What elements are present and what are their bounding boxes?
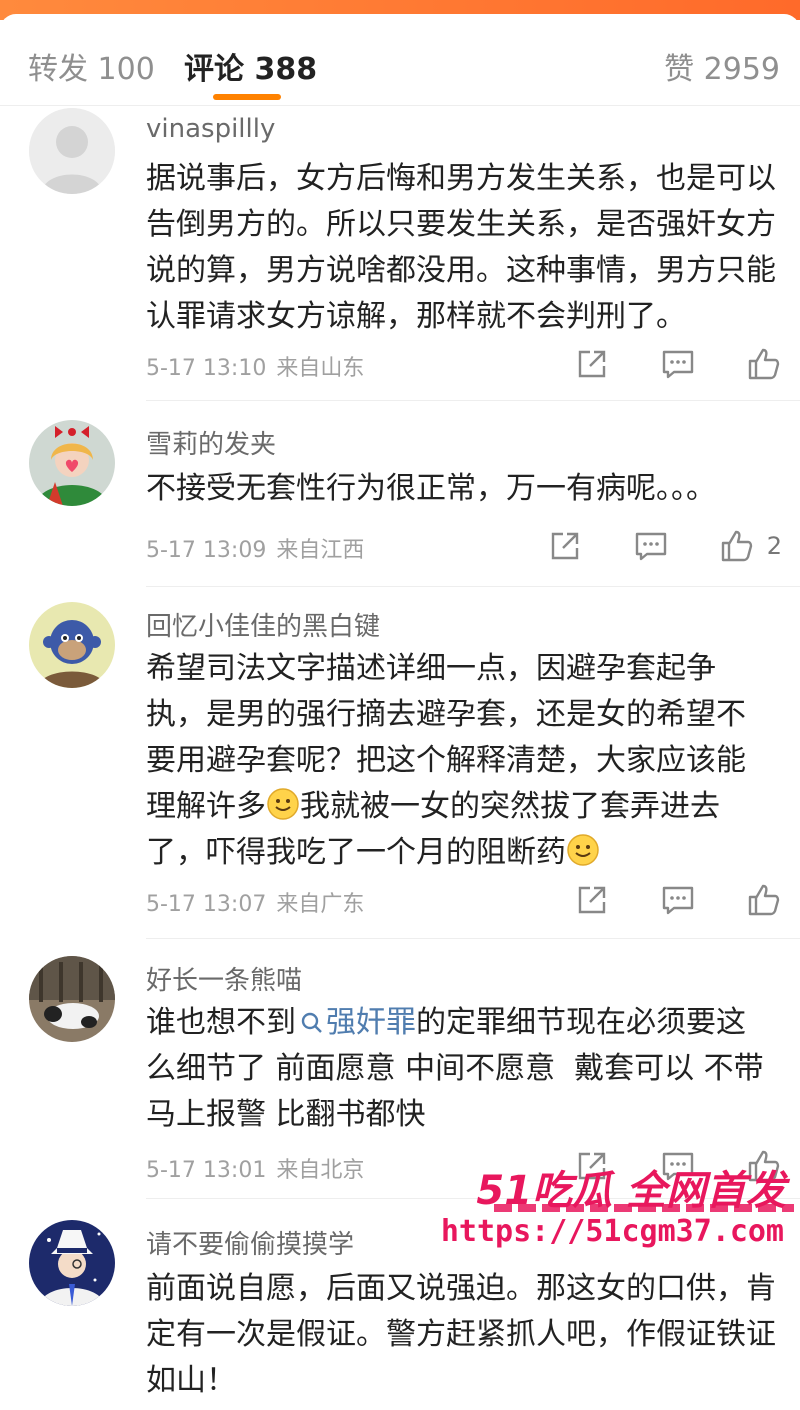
- username[interactable]: 回忆小佳佳的黑白键: [146, 606, 380, 643]
- comment-text: 希望司法文字描述详细一点，因避孕套起争 执，是男的强行摘去避孕套，还是女的希望不…: [146, 646, 776, 876]
- tab-bar: 转发 100 评论 388 赞 2959: [0, 14, 800, 106]
- comment-time: 5-17 13:01: [146, 1158, 267, 1183]
- comment-divider: [146, 938, 800, 939]
- reply-icon[interactable]: [660, 346, 696, 382]
- comment-location: 来自山东: [276, 356, 365, 381]
- comment-actions: 2: [497, 528, 782, 564]
- comment-segment: 的定罪细节现在必须要这: [416, 1005, 746, 1040]
- comment-meta: 5-17 13:10 来自山东: [146, 350, 364, 382]
- comment-line: 希望司法文字描述详细一点，因避孕套起争: [146, 651, 716, 686]
- avatar[interactable]: [29, 1220, 115, 1306]
- watermark-url: https://51cgm37.com: [440, 1214, 784, 1249]
- comment-segment: 我就被一女的突然拔了套弄进去: [300, 789, 720, 824]
- comment-line: 要用避孕套呢？把这个解释清楚，大家应该能: [146, 743, 746, 778]
- comment-divider: [146, 586, 800, 587]
- smile-emoji: [267, 788, 299, 820]
- comment-segment: 了，吓得我吃了一个月的阻断药: [146, 835, 566, 870]
- username[interactable]: 雪莉的发夹: [146, 424, 276, 461]
- comment-text: 前面说自愿，后面又说强迫。那这女的口供，肯定有一次是假证。警方赶紧抓人吧，作假证…: [146, 1271, 776, 1398]
- like-count: 2: [766, 532, 782, 560]
- comment-text: 不接受无套性行为很正常，万一有病呢。。。: [146, 471, 716, 506]
- topic-label: 强奸罪: [326, 1005, 416, 1040]
- comment-meta: 5-17 13:09 来自江西: [146, 532, 364, 564]
- comment-time: 5-17 13:10: [146, 356, 267, 381]
- comment-divider: [146, 400, 800, 401]
- comment-actions: [524, 882, 782, 918]
- tab-repost[interactable]: 转发 100: [28, 44, 155, 88]
- comment-time: 5-17 13:09: [146, 538, 267, 563]
- comment-segment: 理解许多: [146, 789, 266, 824]
- reply-icon[interactable]: [633, 528, 669, 564]
- reply-icon[interactable]: [660, 882, 696, 918]
- comment-location: 来自江西: [276, 538, 365, 563]
- active-tab-indicator: [213, 94, 281, 100]
- username[interactable]: vinaspillly: [146, 114, 275, 144]
- share-icon[interactable]: [574, 346, 610, 382]
- smile-emoji: [567, 834, 599, 866]
- username[interactable]: 好长一条熊喵: [146, 960, 302, 997]
- comment-meta: 5-17 13:07 来自广东: [146, 886, 364, 918]
- tab-likes[interactable]: 赞 2959: [664, 44, 780, 88]
- share-icon[interactable]: [574, 882, 610, 918]
- comment-line: 理解许多 我就被一女的突然拔了套弄进去: [146, 784, 776, 830]
- comment-line: 执，是男的强行摘去避孕套，还是女的希望不: [146, 697, 746, 732]
- comment-line: 了，吓得我吃了一个月的阻断药: [146, 830, 776, 876]
- comment-line: 谁也想不到 强奸罪的定罪细节现在必须要这: [146, 1000, 776, 1046]
- comment-text: 据说事后，女方后悔和男方发生关系，也是可以告倒男方的。所以只要发生关系，是否强奸…: [146, 161, 776, 334]
- comment-meta: 5-17 13:01 来自北京: [146, 1152, 364, 1184]
- avatar[interactable]: [29, 602, 115, 688]
- like-icon[interactable]: [746, 882, 782, 918]
- avatar[interactable]: [29, 956, 115, 1042]
- search-icon: [301, 1012, 322, 1033]
- like-icon[interactable]: [746, 346, 782, 382]
- watermark-logo: 51吃瓜 全网首发 https://51cgm37.com: [441, 1158, 794, 1258]
- username[interactable]: 请不要偷偷摸摸学: [146, 1224, 354, 1261]
- topic-link[interactable]: 强奸罪: [296, 1005, 416, 1040]
- comment-time: 5-17 13:07: [146, 892, 267, 917]
- comment-line: 马上报警 比翻书都快: [146, 1097, 426, 1132]
- avatar[interactable]: [29, 108, 115, 194]
- watermark-stripe: [494, 1204, 794, 1212]
- avatar[interactable]: [29, 420, 115, 506]
- like-icon[interactable]: [719, 528, 755, 564]
- tab-comments[interactable]: 评论 388: [184, 44, 317, 88]
- comment-location: 来自广东: [276, 892, 365, 917]
- comment-segment: 谁也想不到: [146, 1005, 296, 1040]
- comment-line: 么细节了 前面愿意 中间不愿意 戴套可以 不带: [146, 1051, 764, 1086]
- comment-text: 谁也想不到 强奸罪的定罪细节现在必须要这 么细节了 前面愿意 中间不愿意 戴套可以…: [146, 1000, 776, 1138]
- share-icon[interactable]: [547, 528, 583, 564]
- comment-location: 来自北京: [276, 1158, 365, 1183]
- comment-actions: [524, 346, 782, 382]
